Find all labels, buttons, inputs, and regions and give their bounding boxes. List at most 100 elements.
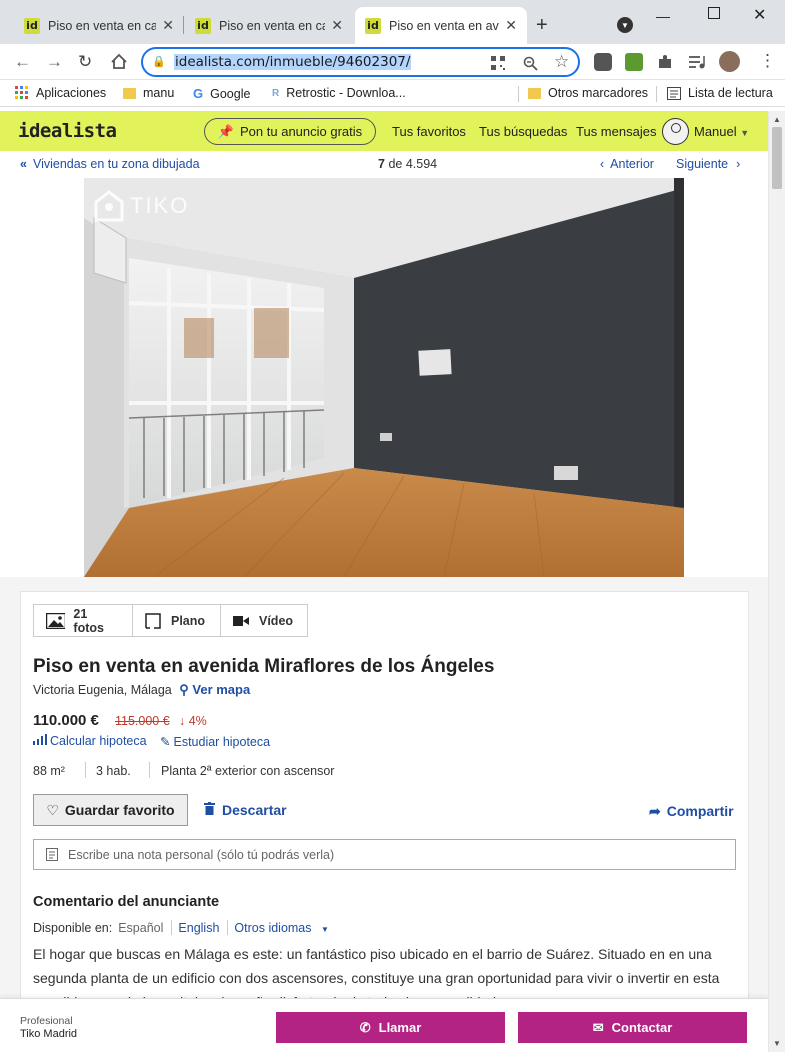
heart-icon: ♡: [46, 801, 59, 818]
scroll-down-arrow-icon[interactable]: ▼: [773, 1039, 781, 1048]
nav-searches[interactable]: Tus búsquedas: [479, 124, 567, 139]
idealista-logo[interactable]: idealista: [18, 120, 117, 142]
chat-icon: ✉: [592, 1019, 604, 1035]
contact-button[interactable]: ✉ Contactar: [518, 1012, 747, 1043]
bookmark-others[interactable]: Otros marcadores: [528, 86, 648, 100]
study-mortgage-link[interactable]: ✎ Estudiar hipoteca: [160, 734, 270, 749]
home-icon[interactable]: [110, 53, 128, 70]
lock-icon[interactable]: 🔒: [152, 55, 166, 68]
previous-link[interactable]: ‹ Anterior: [600, 157, 654, 171]
map-pin-icon: ⚲: [179, 682, 189, 697]
next-label: Siguiente: [676, 157, 729, 171]
other-languages-dropdown[interactable]: Otros idiomas ▼: [234, 921, 335, 935]
share-button[interactable]: ➦ Compartir: [649, 803, 734, 820]
tab-photos-label: 21 fotos: [73, 606, 104, 635]
close-icon[interactable]: ✕: [162, 17, 174, 34]
advertiser-name[interactable]: Tiko Madrid: [20, 1028, 77, 1040]
scroll-up-arrow-icon[interactable]: ▲: [773, 115, 781, 124]
bookmark-manu[interactable]: manu: [123, 86, 174, 100]
browser-menu-icon[interactable]: ⋮: [759, 51, 776, 71]
bookmarks-bar: Aplicaciones manu G Google R Retrostic -…: [0, 80, 785, 107]
bookmark-reading-list[interactable]: Lista de lectura: [667, 86, 773, 100]
nav-messages[interactable]: Tus mensajes: [576, 124, 656, 139]
browser-tab-active[interactable]: id Piso en venta en avenida ✕: [355, 7, 527, 44]
tab-floorplan[interactable]: Plano: [132, 604, 221, 637]
user-avatar[interactable]: [662, 118, 689, 145]
other-languages-label: Otros idiomas: [234, 920, 312, 935]
qr-code-icon[interactable]: [491, 56, 505, 70]
video-icon: [233, 615, 249, 626]
back-to-results-link[interactable]: « Viviendas en tu zona dibujada: [20, 157, 200, 171]
language-english[interactable]: English: [178, 921, 219, 935]
map-link[interactable]: ⚲ Ver mapa: [179, 682, 250, 697]
bookmark-apps[interactable]: Aplicaciones: [15, 86, 106, 100]
reload-icon[interactable]: ↻: [78, 52, 92, 72]
language-spanish[interactable]: Español: [118, 921, 163, 935]
tab-title: Piso en venta en calle: [219, 18, 325, 33]
apps-grid-icon: [15, 86, 28, 99]
puzzle-extensions-icon[interactable]: [657, 54, 673, 70]
browser-tab-2[interactable]: id Piso en venta en calle ✕: [185, 7, 353, 44]
tab-video[interactable]: Vídeo: [220, 604, 308, 637]
close-window-icon[interactable]: ✕: [753, 5, 766, 25]
bookmark-label: Google: [210, 86, 251, 101]
advertiser-type: Profesional: [20, 1015, 73, 1027]
listing-card: 21 fotos Plano Vídeo Piso en venta en av…: [20, 591, 749, 1052]
next-link[interactable]: Siguiente ›: [676, 157, 740, 171]
google-icon: G: [193, 86, 204, 101]
tab-photos[interactable]: 21 fotos: [33, 604, 133, 637]
scrollbar-thumb[interactable]: [772, 127, 782, 189]
personal-note-input[interactable]: Escribe una nota personal (sólo tú podrá…: [33, 839, 736, 870]
tab-title: Piso en venta en avenida: [389, 18, 499, 33]
call-label: Llamar: [378, 1020, 422, 1035]
floorplan-icon: [145, 612, 161, 629]
reading-list-icon: [667, 86, 681, 100]
idealista-favicon-icon: id: [24, 17, 40, 34]
page-scrollbar[interactable]: ▲ ▼: [768, 111, 785, 1052]
tiko-logo-icon: [94, 190, 124, 222]
calculate-mortgage-link[interactable]: Calcular hipoteca: [33, 734, 147, 748]
bookmark-google[interactable]: G Google: [193, 86, 250, 101]
chevron-down-icon: ▼: [740, 128, 750, 138]
call-button[interactable]: ✆ Llamar: [276, 1012, 505, 1043]
user-name: Manuel: [694, 124, 737, 139]
new-tab-button[interactable]: +: [536, 14, 548, 37]
property-photo[interactable]: TIKO: [84, 178, 684, 577]
media-control-icon[interactable]: [688, 54, 706, 70]
close-icon[interactable]: ✕: [505, 17, 517, 34]
browser-toolbar: ← → ↻ 🔒 idealista.com/inmueble/94602307/…: [0, 44, 785, 80]
tab-title: Piso en venta en calle: [48, 18, 157, 33]
listing-title: Piso en venta en avenida Miraflores de l…: [33, 656, 495, 677]
bookmark-label: Lista de lectura: [688, 86, 773, 100]
bookmark-retrostic[interactable]: R Retrostic - Downloa...: [272, 86, 406, 100]
discard-label: Descartar: [222, 802, 287, 818]
price: 110.000 €: [33, 712, 99, 729]
extension-icon[interactable]: [594, 53, 612, 71]
zoom-icon[interactable]: [523, 56, 538, 71]
bookmark-star-icon[interactable]: ☆: [554, 52, 569, 72]
site-header: idealista 📌 Pon tu anuncio gratis Tus fa…: [0, 111, 768, 151]
url-text[interactable]: idealista.com/inmueble/94602307/: [174, 54, 412, 70]
extension-icon[interactable]: [625, 53, 643, 71]
tab-video-label: Vídeo: [259, 613, 294, 628]
address-bar[interactable]: 🔒 idealista.com/inmueble/94602307/ ☆: [141, 47, 580, 77]
back-arrow-icon[interactable]: ←: [14, 52, 31, 72]
tab-search-icon[interactable]: ▼: [617, 17, 633, 33]
profile-avatar[interactable]: [719, 51, 740, 72]
save-favorite-button[interactable]: ♡ Guardar favorito: [33, 794, 188, 826]
minimize-icon[interactable]: —: [656, 8, 670, 24]
trash-icon: [204, 802, 215, 815]
forward-arrow-icon[interactable]: →: [46, 52, 63, 72]
watermark: TIKO: [94, 190, 189, 222]
comment-heading: Comentario del anunciante: [33, 894, 220, 910]
browser-tab-1[interactable]: id Piso en venta en calle ✕: [14, 7, 184, 44]
user-menu[interactable]: Manuel ▼: [694, 124, 749, 139]
close-icon[interactable]: ✕: [331, 17, 343, 34]
maximize-icon[interactable]: [708, 7, 720, 19]
post-ad-button[interactable]: 📌 Pon tu anuncio gratis: [204, 118, 376, 145]
discard-button[interactable]: Descartar: [204, 802, 287, 818]
nav-favorites[interactable]: Tus favoritos: [392, 124, 466, 139]
note-placeholder: Escribe una nota personal (sólo tú podrá…: [68, 847, 335, 862]
post-ad-label: Pon tu anuncio gratis: [240, 124, 363, 139]
feature-floor: Planta 2ª exterior con ascensor: [161, 764, 335, 778]
